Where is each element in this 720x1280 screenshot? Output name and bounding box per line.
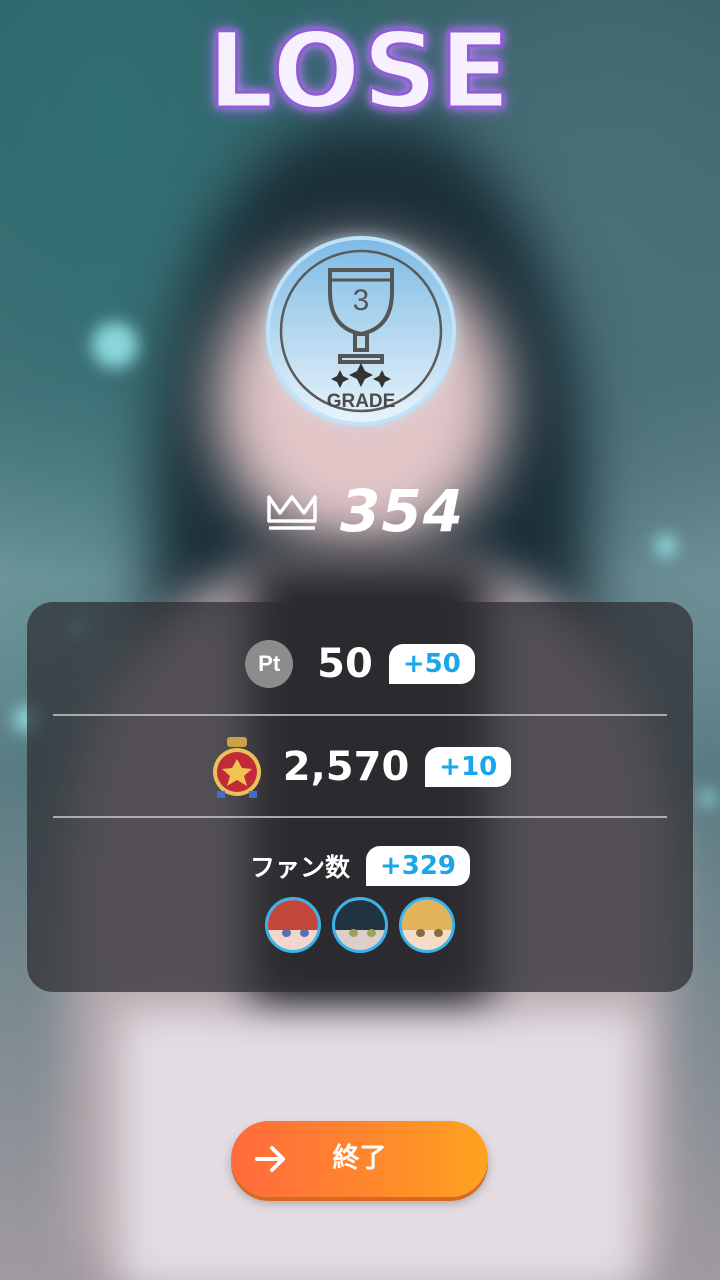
medal-icon — [212, 737, 261, 798]
result-title: LOSE — [206, 9, 513, 134]
grade-number: 3 — [352, 284, 370, 317]
points-row: Pt 50 +50 — [27, 634, 693, 694]
member-avatars — [27, 897, 693, 953]
currency-row: 2,570 +10 — [27, 732, 693, 802]
currency-gain-badge: +10 — [425, 747, 512, 787]
fans-gain-badge: +329 — [365, 846, 471, 886]
finish-button-label: 終了 — [332, 1143, 387, 1174]
score-row: 354 — [266, 476, 464, 546]
currency-value: 2,570 — [282, 744, 410, 790]
divider — [53, 816, 667, 818]
member-avatar — [332, 897, 388, 953]
member-avatar — [265, 897, 321, 953]
crown-icon — [267, 495, 317, 530]
rewards-panel: Pt 50 +50 2,570 +10 ファン数 +329 — [27, 602, 693, 992]
score-value: 354 — [340, 477, 465, 545]
fans-row: ファン数 +329 — [27, 844, 693, 888]
finish-button[interactable]: 終了 — [231, 1121, 488, 1197]
fans-label: ファン数 — [249, 853, 350, 882]
points-icon: Pt — [245, 640, 294, 688]
points-value: 50 — [317, 641, 373, 687]
divider — [53, 714, 667, 716]
grade-badge: 3 GRADE — [270, 240, 452, 422]
points-gain-badge: +50 — [388, 644, 475, 684]
member-avatar — [399, 897, 455, 953]
grade-label: GRADE — [326, 391, 396, 412]
